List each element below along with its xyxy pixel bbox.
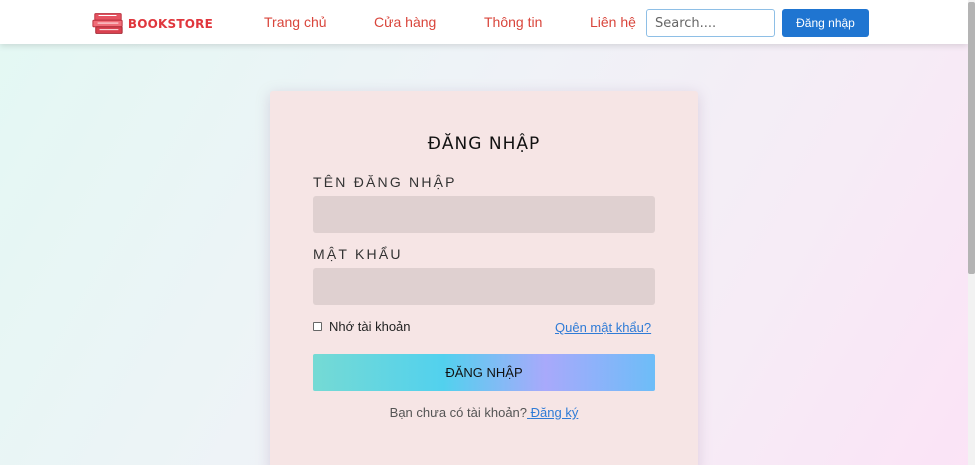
login-title: ĐĂNG NHẬP (427, 134, 541, 154)
header-login-button[interactable]: Đăng nhập (782, 9, 869, 37)
register-prompt-text: Bạn chưa có tài khoản? (389, 405, 528, 420)
username-label: TÊN ĐĂNG NHẬP (313, 174, 457, 190)
search-input[interactable] (646, 9, 775, 37)
remember-me[interactable]: Nhớ tài khoản (313, 318, 411, 334)
top-navbar: BOOKSTORE Trang chủ Cửa hàng Thông tin L… (0, 0, 968, 44)
nav-link-shop[interactable]: Cửa hàng (374, 14, 436, 30)
password-label: MẬT KHẨU (313, 246, 403, 262)
scrollbar-thumb[interactable] (968, 2, 975, 274)
bookstore-logo[interactable]: BOOKSTORE (91, 10, 213, 38)
nav-link-home[interactable]: Trang chủ (264, 14, 327, 30)
nav-link-contact[interactable]: Liên hệ (590, 14, 636, 30)
register-prompt: Bạn chưa có tài khoản? Đăng ký (270, 405, 698, 420)
books-logo-icon (92, 13, 123, 34)
register-link[interactable]: Đăng ký (527, 405, 579, 420)
register-link-label[interactable]: Đăng ký (531, 405, 579, 420)
page-scrollbar[interactable] (968, 0, 975, 465)
forgot-password-link[interactable]: Quên mật khẩu? (555, 320, 651, 335)
remember-label: Nhớ tài khoản (329, 318, 411, 334)
login-submit-button[interactable]: ĐĂNG NHẬP (313, 354, 655, 391)
logo-text: BOOKSTORE (127, 17, 213, 31)
password-input[interactable] (313, 268, 655, 305)
username-input[interactable] (313, 196, 655, 233)
nav-link-about[interactable]: Thông tin (484, 14, 542, 30)
remember-checkbox[interactable] (313, 321, 322, 331)
